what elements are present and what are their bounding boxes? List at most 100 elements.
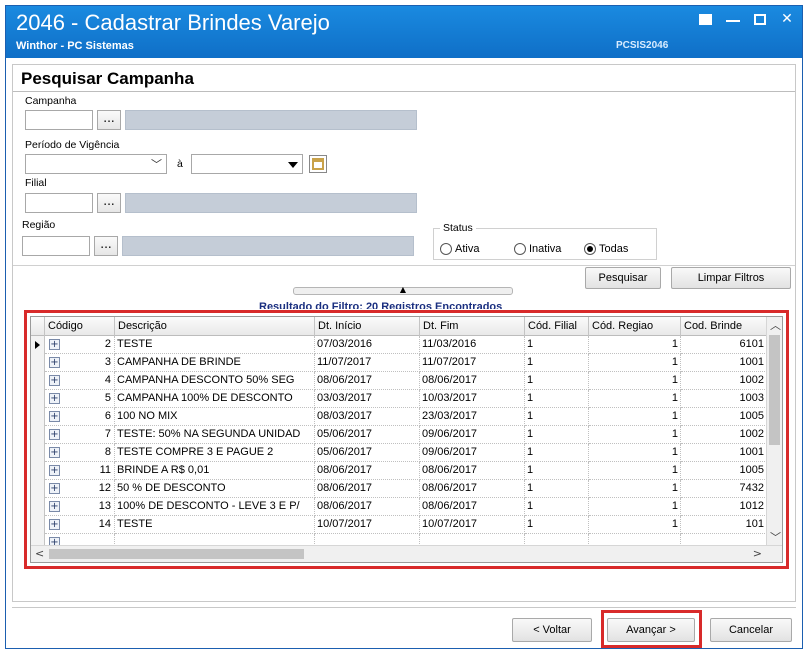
campaign-grid[interactable]: Código Descrição Dt. Início Dt. Fim Cód.… <box>30 316 783 563</box>
scroll-up-icon[interactable]: ︿ <box>770 317 781 333</box>
cell-cod-filial[interactable]: 1 <box>525 408 589 426</box>
cell-dt-inicio[interactable]: 10/07/2017 <box>315 516 420 534</box>
table-row[interactable]: 12 +50 % DE DESCONTO 08/06/2017 08/06/2017 1… <box>31 480 771 498</box>
status-todas-radio[interactable]: Todas <box>584 243 628 255</box>
cell-cod-regiao[interactable]: 1 <box>589 390 681 408</box>
table-row[interactable]: 4 + CAMPANHA DESCONTO 50% SEG 08/06/2017 08/… <box>31 372 771 390</box>
limpar-filtros-button[interactable]: Limpar Filtros <box>671 267 791 289</box>
cell-dt-fim[interactable]: 11/03/2016 <box>420 336 525 354</box>
table-row[interactable]: 11 + BRINDE A R$ 0,01 08/06/2017 08/06/2017 1… <box>31 462 771 480</box>
cell-dt-inicio[interactable]: 08/06/2017 <box>315 372 420 390</box>
table-row[interactable]: 5 + CAMPANHA 100% DE DESCONTO 03/03/2017 10/… <box>31 390 771 408</box>
cell-cod-brinde[interactable]: 7432 <box>681 480 767 498</box>
cell-cod-regiao[interactable]: 1 <box>589 372 681 390</box>
cell-dt-inicio[interactable]: 08/06/2017 <box>315 462 420 480</box>
cancelar-button[interactable]: Cancelar <box>710 618 792 642</box>
cell-cod-filial[interactable]: 1 <box>525 462 589 480</box>
cell-dt-inicio[interactable]: 05/06/2017 <box>315 444 420 462</box>
row-indicator[interactable] <box>31 462 45 480</box>
cell-cod-filial[interactable]: 1 <box>525 480 589 498</box>
voltar-button[interactable]: < Voltar <box>512 618 592 642</box>
cell-cod-filial[interactable]: 1 <box>525 444 589 462</box>
expand-icon[interactable]: + <box>49 393 60 404</box>
radio-selected-icon[interactable] <box>584 243 596 255</box>
minimize-icon[interactable] <box>726 12 740 22</box>
cell-descricao[interactable]: TESTE COMPRE 3 E PAGUE 2 <box>115 444 315 462</box>
cell-descricao[interactable]: TESTE <box>115 516 315 534</box>
scroll-thumb[interactable] <box>769 335 780 445</box>
row-indicator[interactable] <box>31 390 45 408</box>
cell-cod-brinde[interactable]: 101 <box>681 516 767 534</box>
row-indicator[interactable] <box>31 498 45 516</box>
cell-dt-inicio[interactable]: 08/03/2017 <box>315 408 420 426</box>
expander-cell[interactable]: + <box>45 336 65 354</box>
cell-dt-inicio[interactable]: 07/03/2016 <box>315 336 420 354</box>
cell-cod-brinde[interactable]: 1012 <box>681 498 767 516</box>
expander-cell[interactable]: + <box>45 480 65 498</box>
table-row[interactable]: 8 + TESTE COMPRE 3 E PAGUE 2 05/06/2017 09/0… <box>31 444 771 462</box>
row-indicator[interactable] <box>31 516 45 534</box>
row-indicator[interactable] <box>31 372 45 390</box>
collapse-filters-handle[interactable]: ▲ <box>293 285 513 295</box>
cell-cod-filial[interactable]: 1 <box>525 354 589 372</box>
cell-dt-inicio[interactable]: 08/06/2017 <box>315 498 420 516</box>
expand-icon[interactable]: + <box>49 447 60 458</box>
scroll-left-icon[interactable]: < <box>35 547 44 560</box>
expand-icon[interactable]: + <box>49 357 60 368</box>
cell-cod-brinde[interactable]: 1002 <box>681 372 767 390</box>
table-row[interactable]: 13 +100% DE DESCONTO - LEVE 3 E P/08/06/2… <box>31 498 771 516</box>
cell-dt-fim[interactable]: 09/06/2017 <box>420 426 525 444</box>
maximize-icon[interactable] <box>754 14 766 25</box>
cell-cod-regiao[interactable]: 1 <box>589 426 681 444</box>
expander-cell[interactable]: + <box>45 426 65 444</box>
radio-icon[interactable] <box>440 243 452 255</box>
cell-cod-filial[interactable]: 1 <box>525 498 589 516</box>
restore-icon[interactable] <box>699 14 712 25</box>
campanha-lookup-button[interactable]: ... <box>97 110 121 130</box>
regiao-lookup-button[interactable]: ... <box>94 236 118 256</box>
avancar-button[interactable]: Avançar > <box>607 618 695 642</box>
table-row[interactable]: 6 +100 NO MIX 08/03/2017 23/03/2017 1 1 1005 <box>31 408 771 426</box>
cell-cod-regiao[interactable]: 1 <box>589 444 681 462</box>
row-indicator[interactable] <box>31 408 45 426</box>
cell-cod-regiao[interactable]: 1 <box>589 516 681 534</box>
cell-dt-fim[interactable]: 11/07/2017 <box>420 354 525 372</box>
vertical-scrollbar[interactable]: ︿ ﹀ <box>766 317 782 545</box>
scroll-right-icon[interactable]: > <box>753 547 762 560</box>
table-row[interactable]: 2 + TESTE 07/03/2016 11/03/2016 1 1 6101 <box>31 336 771 354</box>
cell-dt-fim[interactable]: 09/06/2017 <box>420 444 525 462</box>
current-row-indicator-icon[interactable] <box>31 336 45 354</box>
periodo-start-date[interactable]: ﹀ <box>25 154 167 174</box>
expander-cell[interactable]: + <box>45 408 65 426</box>
dropdown-arrow-icon[interactable] <box>288 162 298 168</box>
cell-dt-inicio[interactable]: 11/07/2017 <box>315 354 420 372</box>
chevron-down-icon[interactable]: ﹀ <box>151 156 162 172</box>
cell-dt-fim[interactable]: 23/03/2017 <box>420 408 525 426</box>
row-indicator[interactable] <box>31 354 45 372</box>
cell-dt-fim[interactable]: 08/06/2017 <box>420 498 525 516</box>
cell-cod-regiao[interactable]: 1 <box>589 336 681 354</box>
column-header[interactable]: Cód. Regiao <box>589 317 681 336</box>
expand-icon[interactable]: + <box>49 339 60 350</box>
expand-icon[interactable]: + <box>49 429 60 440</box>
filial-code-input[interactable] <box>25 193 93 213</box>
table-row[interactable]: 7 + TESTE: 50% NA SEGUNDA UNIDAD 05/06/2017… <box>31 426 771 444</box>
cell-cod-regiao[interactable]: 1 <box>589 498 681 516</box>
cell-descricao[interactable]: CAMPANHA 100% DE DESCONTO <box>115 390 315 408</box>
chevron-up-icon[interactable]: ▲ <box>400 285 406 294</box>
cell-cod-regiao[interactable]: 1 <box>589 480 681 498</box>
radio-icon[interactable] <box>514 243 526 255</box>
expand-icon[interactable]: + <box>49 411 60 422</box>
cell-cod-brinde[interactable]: 1005 <box>681 408 767 426</box>
cell-dt-fim[interactable]: 10/03/2017 <box>420 390 525 408</box>
cell-descricao[interactable]: CAMPANHA DESCONTO 50% SEG <box>115 372 315 390</box>
column-header[interactable]: Cód. Filial <box>525 317 589 336</box>
cell-cod-filial[interactable]: 1 <box>525 336 589 354</box>
expand-icon[interactable]: + <box>49 375 60 386</box>
column-header[interactable]: Dt. Fim <box>420 317 525 336</box>
row-indicator[interactable] <box>31 480 45 498</box>
row-indicator[interactable] <box>31 444 45 462</box>
cell-dt-fim[interactable]: 08/06/2017 <box>420 462 525 480</box>
expander-cell[interactable]: + <box>45 498 65 516</box>
expander-cell[interactable]: + <box>45 354 65 372</box>
